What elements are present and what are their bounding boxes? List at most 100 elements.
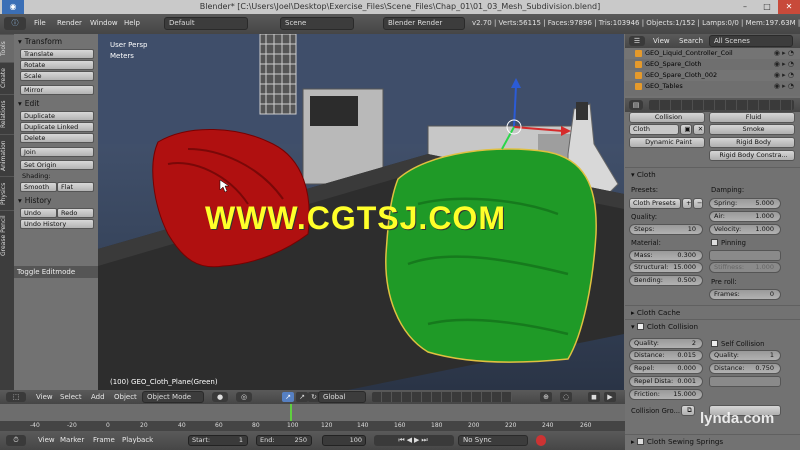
- editor-type-icon[interactable]: ☰: [629, 36, 645, 46]
- clock-icon[interactable]: ⏱: [6, 435, 26, 446]
- menu-marker[interactable]: Marker: [60, 436, 84, 444]
- repel-distance-field[interactable]: Repel Dista: 0.001: [629, 376, 703, 387]
- list-item[interactable]: GEO_Spare_Cloth_002 ◉ ▸ ◔: [625, 70, 800, 81]
- structural-field[interactable]: Structural: 15.000: [629, 262, 703, 273]
- tab-animation[interactable]: Animation: [0, 134, 14, 176]
- mode-select[interactable]: Object Mode: [142, 391, 204, 403]
- cloth-toggle-icon[interactable]: ▣: [680, 124, 692, 135]
- duplicate-linked-button[interactable]: Duplicate Linked: [20, 122, 94, 132]
- snap-icon[interactable]: ⊕: [540, 392, 552, 402]
- sewing-enable-checkbox[interactable]: [636, 438, 644, 445]
- tab-create[interactable]: Create: [0, 62, 14, 94]
- cloth-button[interactable]: Cloth: [629, 124, 679, 135]
- pivot-icon[interactable]: ◎: [236, 392, 252, 402]
- outliner-menu-view[interactable]: View: [653, 37, 670, 45]
- set-origin-dropdown[interactable]: Set Origin: [20, 160, 94, 170]
- stiffness-field[interactable]: Stiffness: 1.000: [709, 262, 781, 273]
- list-item[interactable]: GEO_Spare_Cloth ◉ ▸ ◔: [625, 59, 800, 70]
- sync-select[interactable]: No Sync: [458, 435, 528, 446]
- proportional-edit-icon[interactable]: ◌: [560, 392, 572, 402]
- menu-view[interactable]: View: [38, 436, 55, 444]
- start-frame-field[interactable]: Start: 1: [188, 435, 248, 446]
- self-collision-vgroup-field[interactable]: [709, 376, 781, 387]
- tab-grease-pencil[interactable]: Grease Pencil: [0, 210, 14, 260]
- visibility-icon[interactable]: ◉ ▸ ◔: [774, 48, 794, 59]
- collision-group-icon[interactable]: ⧉: [681, 405, 695, 416]
- edit-panel-header[interactable]: Edit: [14, 98, 98, 110]
- menu-select[interactable]: Select: [60, 393, 82, 401]
- smoke-button[interactable]: Smoke: [709, 124, 795, 135]
- rigid-body-button[interactable]: Rigid Body: [709, 137, 795, 148]
- timeline-ruler[interactable]: -40 -20 0 20 40 60 80 100 120 140 160 18…: [0, 421, 625, 431]
- menu-help[interactable]: Help: [124, 19, 140, 27]
- air-field[interactable]: Air: 1.000: [709, 211, 781, 222]
- editor-type-icon[interactable]: ▤: [629, 100, 643, 110]
- menu-frame[interactable]: Frame: [93, 436, 115, 444]
- cloth-sewing-panel-header[interactable]: ▸ Cloth Sewing Springs: [625, 434, 800, 447]
- self-collision-checkbox[interactable]: Self Collision: [711, 340, 764, 348]
- steps-field[interactable]: Steps: 10: [629, 224, 703, 235]
- translate-manipulator-icon[interactable]: ↗: [296, 392, 308, 402]
- spring-field[interactable]: Spring: 5.000: [709, 198, 781, 209]
- scale-button[interactable]: Scale: [20, 71, 94, 81]
- rotate-button[interactable]: Rotate: [20, 60, 94, 70]
- rigid-body-constraint-button[interactable]: Rigid Body Constra...: [709, 150, 795, 161]
- playback-controls[interactable]: ⏮◀▶⏭: [374, 435, 454, 446]
- property-context-tabs[interactable]: [649, 100, 794, 110]
- record-icon[interactable]: [536, 435, 546, 446]
- velocity-field[interactable]: Velocity: 1.000: [709, 224, 781, 235]
- screen-layout-select[interactable]: Default: [164, 17, 248, 30]
- self-collision-quality-field[interactable]: Quality: 1: [709, 350, 781, 361]
- flat-button[interactable]: Flat: [57, 182, 94, 192]
- menu-render[interactable]: Render: [57, 19, 82, 27]
- menu-object[interactable]: Object: [114, 393, 137, 401]
- duplicate-button[interactable]: Duplicate: [20, 111, 94, 121]
- smooth-button[interactable]: Smooth: [20, 182, 57, 192]
- translate-button[interactable]: Translate: [20, 49, 94, 59]
- repel-field[interactable]: Repel: 0.000: [629, 363, 703, 374]
- cloth-collision-panel-header[interactable]: ▾ Cloth Collision: [625, 319, 800, 332]
- list-item[interactable]: GEO_Liquid_Controller_Coil ◉ ▸ ◔: [625, 48, 800, 59]
- tab-relations[interactable]: Relations: [0, 94, 14, 134]
- menu-add[interactable]: Add: [91, 393, 105, 401]
- undo-button[interactable]: Undo: [20, 208, 57, 218]
- menu-view[interactable]: View: [36, 393, 53, 401]
- join-button[interactable]: Join: [20, 147, 94, 157]
- undo-history-button[interactable]: Undo History: [20, 219, 94, 229]
- cloth-cache-panel-header[interactable]: ▸ Cloth Cache: [625, 305, 800, 318]
- menu-window[interactable]: Window: [90, 19, 118, 27]
- transform-orientation-select[interactable]: Global: [318, 391, 366, 403]
- cloth-panel-header[interactable]: ▾ Cloth: [625, 167, 800, 180]
- collision-button[interactable]: Collision: [629, 112, 705, 123]
- history-panel-header[interactable]: History: [14, 195, 98, 207]
- opengl-render-icon[interactable]: ▶: [604, 392, 616, 402]
- current-frame-field[interactable]: 100: [322, 435, 366, 446]
- self-collision-distance-field[interactable]: Distance: 0.750: [709, 363, 781, 374]
- render-icon[interactable]: ◼: [588, 392, 600, 402]
- redo-button[interactable]: Redo: [57, 208, 94, 218]
- layer-buttons[interactable]: [372, 392, 512, 402]
- visibility-icon[interactable]: ◉ ▸ ◔: [774, 81, 794, 92]
- scene-select[interactable]: Scene: [280, 17, 354, 30]
- visibility-icon[interactable]: ◉ ▸ ◔: [774, 59, 794, 70]
- viewport-shading-icon[interactable]: ●: [212, 392, 228, 402]
- toggle-editmode-operator[interactable]: Toggle Editmode: [14, 266, 98, 278]
- menu-playback[interactable]: Playback: [122, 436, 153, 444]
- manipulator-icon[interactable]: ↗: [282, 392, 294, 402]
- remove-preset-icon[interactable]: −: [693, 198, 703, 209]
- collision-quality-field[interactable]: Quality: 2: [629, 338, 703, 349]
- editor-type-icon[interactable]: ⬚: [6, 392, 26, 402]
- mass-field[interactable]: Mass: 0.300: [629, 250, 703, 261]
- delete-button[interactable]: Delete: [20, 133, 94, 143]
- pin-group-field[interactable]: [709, 250, 781, 261]
- tab-tools[interactable]: Tools: [0, 34, 14, 62]
- bending-field[interactable]: Bending: 0.500: [629, 275, 703, 286]
- collision-enable-checkbox[interactable]: [636, 323, 644, 330]
- cloth-remove-icon[interactable]: ✕: [693, 124, 705, 135]
- tab-physics[interactable]: Physics: [0, 176, 14, 210]
- editor-type-icon[interactable]: ⓘ: [4, 17, 26, 30]
- menu-file[interactable]: File: [34, 19, 46, 27]
- collision-distance-field[interactable]: Distance: 0.015: [629, 350, 703, 361]
- end-frame-field[interactable]: End: 250: [256, 435, 312, 446]
- add-preset-icon[interactable]: +: [682, 198, 692, 209]
